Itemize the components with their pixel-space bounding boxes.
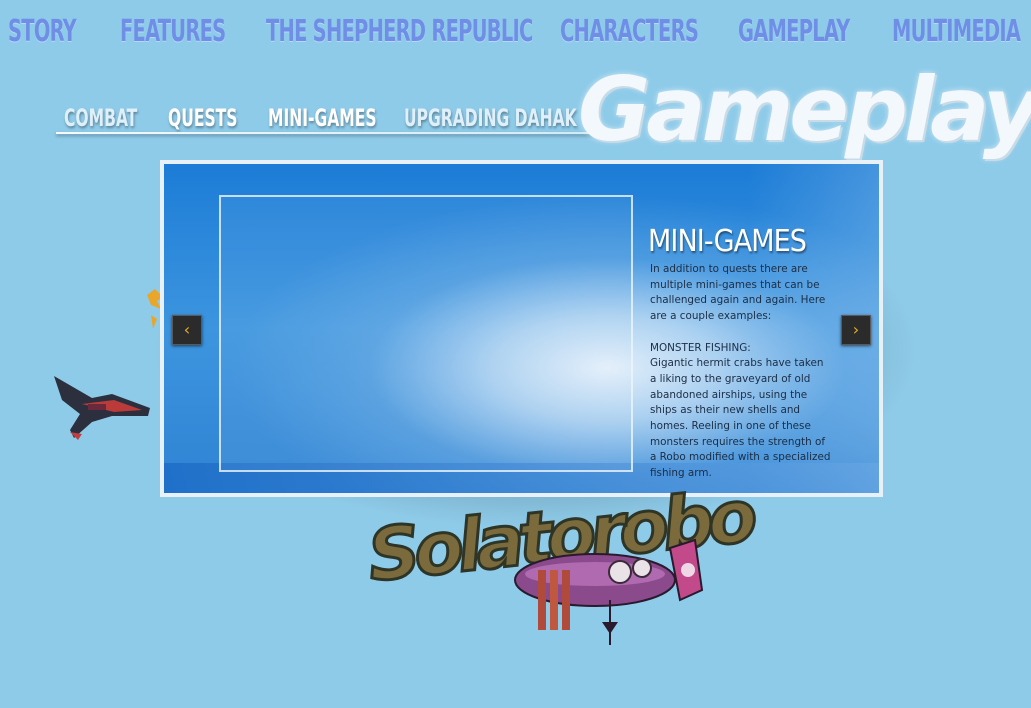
nav-story[interactable]: STORY: [8, 14, 77, 49]
gameplay-subnavigation: COMBAT QUESTS MINI-GAMES UPGRADING DAHAK: [56, 104, 596, 138]
subnav-combat[interactable]: COMBAT: [64, 104, 137, 132]
nav-characters[interactable]: CHARACTERS: [560, 14, 699, 49]
next-slide-button[interactable]: ›: [841, 315, 871, 345]
slide-title: MINI-GAMES: [648, 224, 807, 259]
subnav-upgrading-dahak[interactable]: UPGRADING DAHAK: [404, 104, 577, 132]
chevron-left-icon: ‹: [183, 320, 191, 339]
subnav-quests[interactable]: QUESTS: [168, 104, 237, 132]
slide-subheading: MONSTER FISHING:: [650, 341, 751, 354]
slide-media-frame[interactable]: [219, 195, 633, 472]
nav-multimedia[interactable]: MULTIMEDIA: [892, 14, 1021, 49]
slide-intro: In addition to quests there are multiple…: [650, 263, 826, 323]
page-title: Gameplay: [578, 58, 1031, 161]
solatorobo-logo[interactable]: Solatorobo: [360, 472, 757, 647]
subnav-mini-games[interactable]: MINI-GAMES: [268, 104, 377, 132]
airship-fighter-icon: [54, 376, 150, 440]
airship-icon: [514, 538, 704, 645]
subnav-divider: [56, 132, 596, 134]
top-navigation: STORY FEATURES THE SHEPHERD REPUBLIC CHA…: [0, 14, 1031, 64]
nav-features[interactable]: FEATURES: [120, 14, 226, 49]
chevron-right-icon: ›: [852, 320, 860, 339]
slide-description: In addition to quests there are multiple…: [650, 262, 832, 482]
nav-the-shepherd-republic[interactable]: THE SHEPHERD REPUBLIC: [266, 14, 533, 49]
slide-panel: MINI-GAMES In addition to quests there a…: [160, 160, 883, 497]
previous-slide-button[interactable]: ‹: [172, 315, 202, 345]
slide-body: Gigantic hermit crabs have taken a likin…: [650, 357, 831, 480]
nav-gameplay[interactable]: GAMEPLAY: [738, 14, 850, 49]
